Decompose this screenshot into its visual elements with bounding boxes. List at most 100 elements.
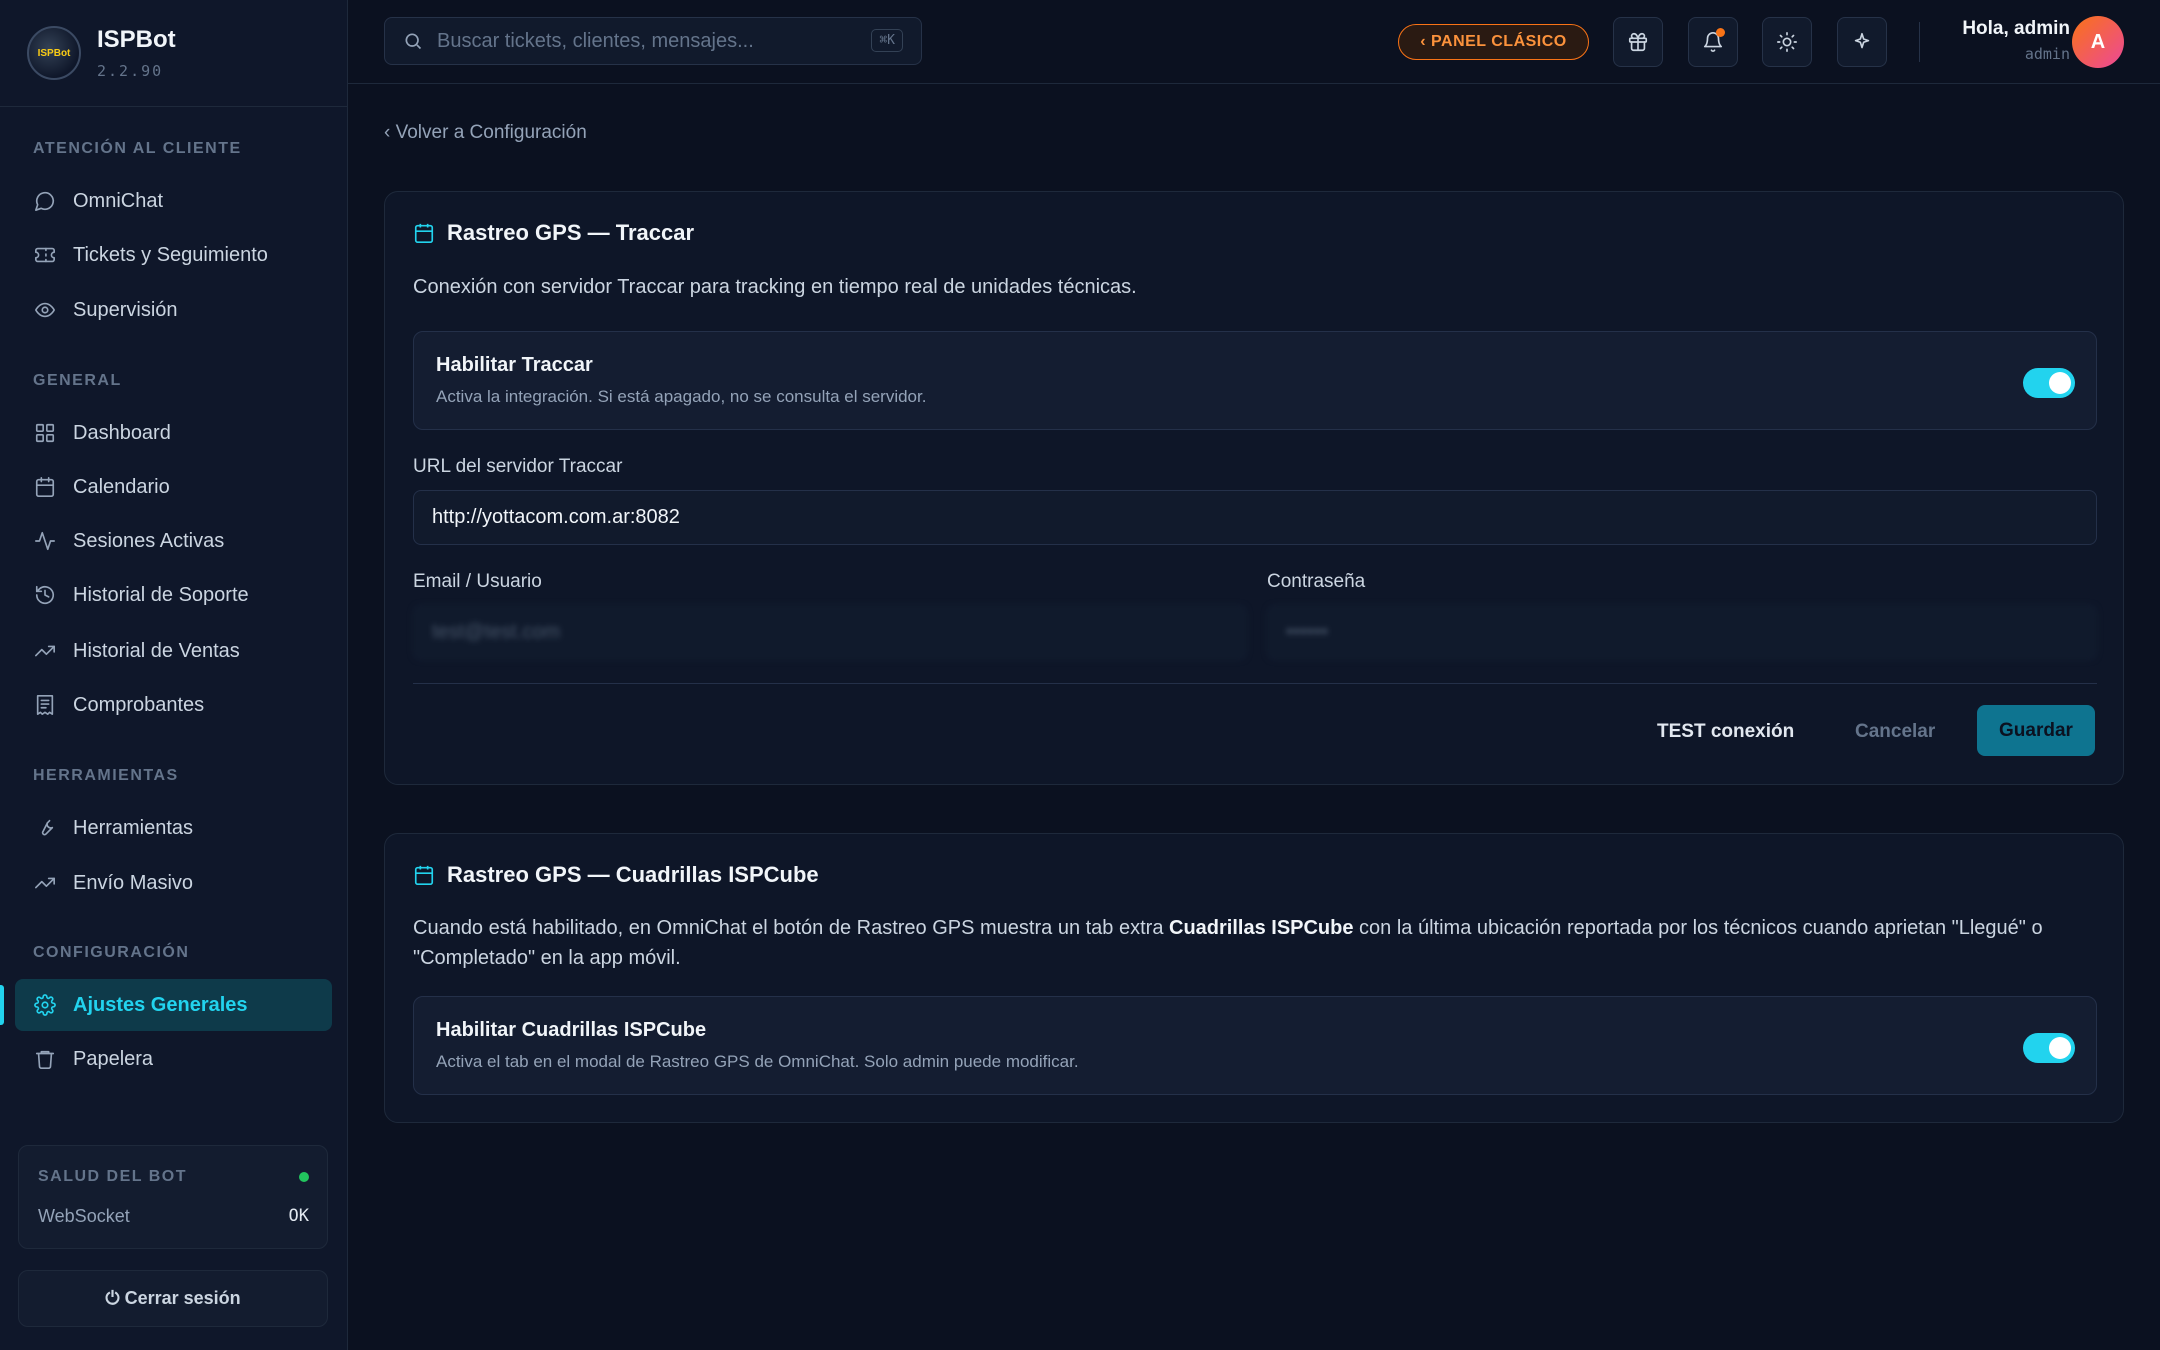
toggle-title: Habilitar Cuadrillas ISPCube	[436, 1019, 707, 1041]
sidebar-item-papelera[interactable]: Papelera	[15, 1033, 332, 1085]
desc-text: Cuando está habilitado, en OmniChat el b…	[413, 917, 1169, 939]
url-field[interactable]: http://yottacom.com.ar:8082	[413, 490, 2097, 545]
brand: ISPBot ISPBot 2.2.90	[0, 0, 347, 107]
sidebar-item-label: Envío Masivo	[73, 871, 194, 894]
sidebar-item-label: Historial de Ventas	[73, 639, 240, 662]
sidebar: ISPBot ISPBot 2.2.90 ATENCIÓN AL CLIENTE…	[0, 0, 348, 1350]
cuadrillas-toggle-row: Habilitar Cuadrillas ISPCube Activa el t…	[413, 996, 2097, 1095]
sidebar-item-label: Sesiones Activas	[73, 529, 225, 552]
email-field[interactable]: test@test.com	[413, 605, 1247, 660]
health-title: SALUD DEL BOT	[38, 1168, 187, 1185]
sidebar-item-label: Supervisión	[73, 298, 178, 321]
active-indicator	[0, 985, 4, 1025]
sparkle-icon	[1854, 32, 1870, 49]
card-title: Rastreo GPS — Cuadrillas ISPCube	[447, 862, 819, 887]
health-row-label: WebSocket	[38, 1206, 130, 1226]
avatar[interactable]: A	[2072, 16, 2124, 68]
cuadrillas-toggle-switch[interactable]	[2023, 1033, 2075, 1063]
url-label: URL del servidor Traccar	[413, 456, 623, 477]
logout-button[interactable]: ⏻ Cerrar sesión	[18, 1270, 328, 1327]
back-link[interactable]: ‹ Volver a Configuración	[384, 122, 587, 144]
sidebar-item-calendario[interactable]: Calendario	[15, 461, 332, 513]
sidebar-item-dashboard[interactable]: Dashboard	[15, 407, 332, 459]
logo-text: ISPBot	[37, 47, 71, 59]
sidebar-item-label: Papelera	[73, 1047, 154, 1070]
sidebar-item-label: Tickets y Seguimiento	[73, 243, 268, 266]
password-field[interactable]: ••••••	[1267, 605, 2097, 660]
app-name: ISPBot	[97, 26, 176, 53]
section-title-configuracion: CONFIGURACIÓN	[33, 944, 190, 961]
sidebar-item-label: Herramientas	[73, 816, 194, 839]
sidebar-item-ajustes-generales[interactable]: Ajustes Generales	[15, 979, 332, 1031]
sidebar-item-tickets[interactable]: Tickets y Seguimiento	[15, 229, 332, 281]
toggle-description: Activa la integración. Si está apagado, …	[436, 387, 927, 406]
section-title-general: GENERAL	[33, 372, 122, 389]
traccar-toggle-row: Habilitar Traccar Activa la integración.…	[413, 331, 2097, 430]
section-title-herramientas: HERRAMIENTAS	[33, 767, 179, 784]
notification-badge	[1716, 28, 1725, 37]
desc-bold: Cuadrillas ISPCube	[1169, 917, 1354, 939]
toggle-title: Habilitar Traccar	[436, 354, 593, 376]
eye-icon	[33, 298, 57, 322]
theme-toggle-button[interactable]	[1762, 17, 1812, 67]
gift-button[interactable]	[1613, 17, 1663, 67]
greeting-text: Hola, admin	[1962, 18, 2070, 39]
traccar-card: Rastreo GPS — Traccar Conexión con servi…	[384, 191, 2124, 785]
calendar-icon	[414, 865, 434, 885]
save-button[interactable]: Guardar	[1977, 705, 2095, 756]
sidebar-item-sesiones[interactable]: Sesiones Activas	[15, 515, 332, 567]
card-description: Cuando está habilitado, en OmniChat el b…	[413, 913, 2103, 973]
test-connection-button[interactable]: TEST conexión	[1657, 721, 1794, 743]
sidebar-item-historial-soporte[interactable]: Historial de Soporte	[15, 569, 332, 621]
sidebar-item-label: Historial de Soporte	[73, 583, 249, 606]
top-header: ⌘K ‹ PANEL CLÁSICO Hola, admin admin A	[348, 0, 2160, 84]
sidebar-item-envio-masivo[interactable]: Envío Masivo	[15, 857, 332, 909]
notifications-button[interactable]	[1688, 17, 1738, 67]
gift-icon	[1628, 32, 1648, 52]
wrench-icon	[33, 816, 57, 840]
divider	[413, 683, 2097, 684]
sidebar-item-supervision[interactable]: Supervisión	[15, 284, 332, 336]
sidebar-item-label: Ajustes Generales	[73, 993, 248, 1016]
sidebar-item-historial-ventas[interactable]: Historial de Ventas	[15, 625, 332, 677]
section-title-atencion: ATENCIÓN AL CLIENTE	[33, 140, 242, 157]
sidebar-item-herramientas[interactable]: Herramientas	[15, 802, 332, 854]
sidebar-item-label: OmniChat	[73, 189, 164, 212]
toggle-description: Activa el tab en el modal de Rastreo GPS…	[436, 1052, 1079, 1071]
health-row-value: OK	[288, 1206, 309, 1226]
status-dot-icon	[299, 1172, 309, 1182]
cancel-button[interactable]: Cancelar	[1855, 721, 1935, 743]
ai-assistant-button[interactable]	[1837, 17, 1887, 67]
search-shortcut: ⌘K	[871, 29, 903, 52]
search-icon	[405, 33, 422, 50]
sidebar-item-label: Comprobantes	[73, 693, 205, 716]
chat-icon	[33, 189, 57, 213]
sun-icon	[1777, 32, 1797, 52]
sidebar-item-omnichat[interactable]: OmniChat	[15, 175, 332, 227]
sidebar-item-comprobantes[interactable]: Comprobantes	[15, 679, 332, 731]
ticket-icon	[33, 243, 57, 267]
grid-icon	[33, 421, 57, 445]
calendar-icon	[33, 475, 57, 499]
header-divider	[1919, 22, 1920, 62]
calendar-icon	[414, 223, 434, 243]
cuadrillas-card: Rastreo GPS — Cuadrillas ISPCube Cuando …	[384, 833, 2124, 1123]
search-box[interactable]: ⌘K	[384, 17, 922, 65]
history-icon	[33, 583, 57, 607]
password-label: Contraseña	[1267, 571, 1366, 592]
traccar-toggle-switch[interactable]	[2023, 368, 2075, 398]
user-greeting[interactable]: Hola, admin admin	[1962, 18, 2070, 63]
sidebar-item-label: Calendario	[73, 475, 170, 498]
gear-icon	[33, 993, 57, 1017]
email-label: Email / Usuario	[413, 571, 542, 592]
card-title: Rastreo GPS — Traccar	[447, 220, 695, 245]
search-input[interactable]	[437, 29, 857, 53]
app-logo[interactable]: ISPBot	[27, 26, 81, 80]
activity-icon	[33, 529, 57, 553]
app-version: 2.2.90	[97, 62, 164, 80]
trending-icon	[33, 639, 57, 663]
panel-clasico-button[interactable]: ‹ PANEL CLÁSICO	[1398, 24, 1589, 60]
username-text: admin	[2024, 45, 2070, 63]
sidebar-item-label: Dashboard	[73, 421, 171, 444]
receipt-icon	[33, 693, 57, 717]
